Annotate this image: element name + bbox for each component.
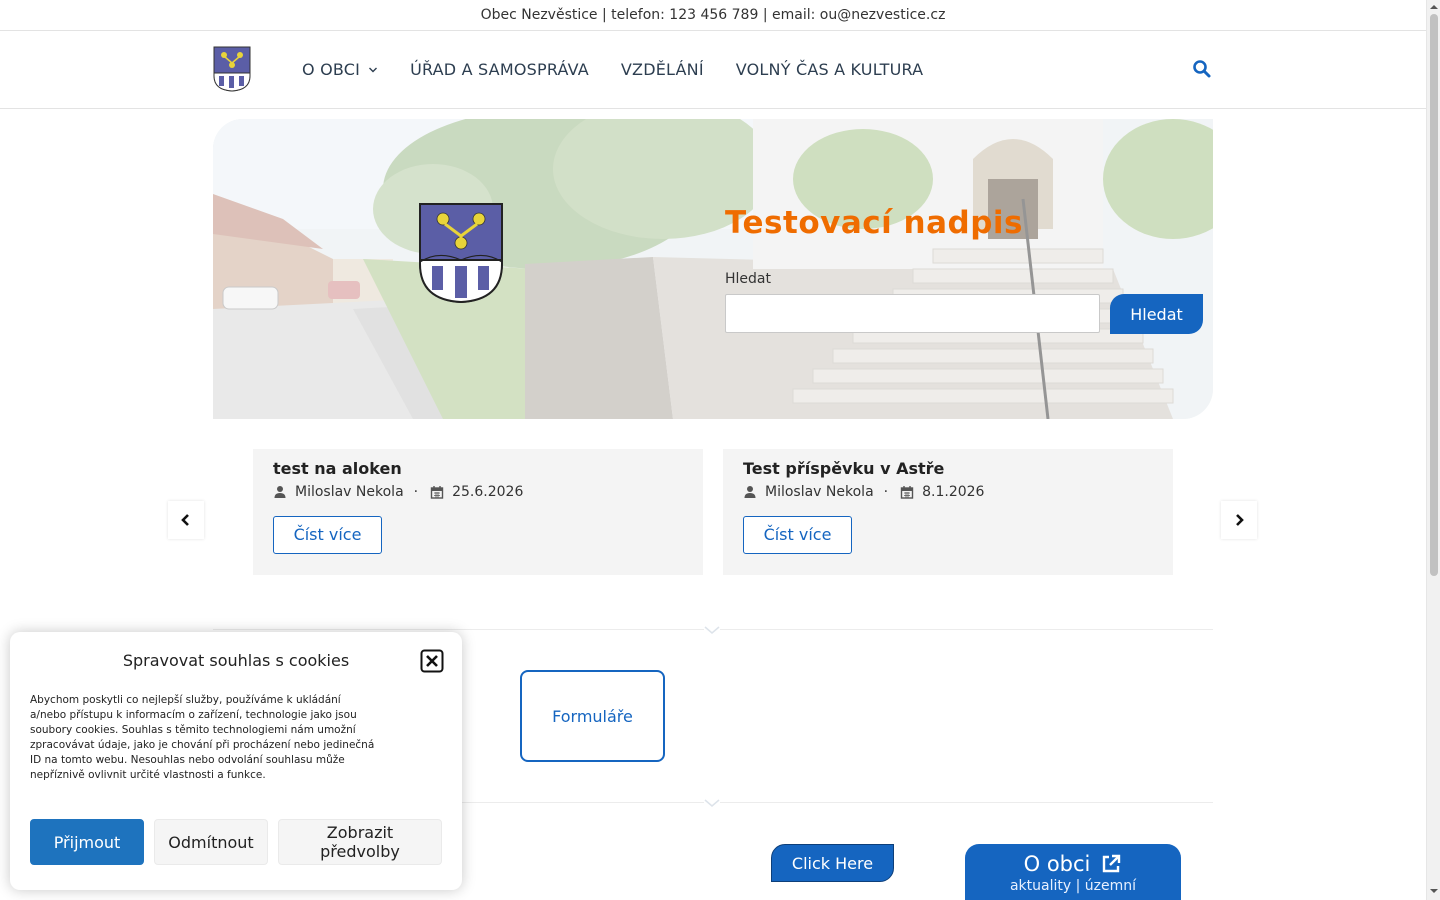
calendar-icon [430,486,444,499]
hero-background-image [213,119,1213,419]
chevron-down-icon [369,67,378,72]
page-scrollbar[interactable] [1426,0,1440,900]
hero-search-label: Hledat [725,271,771,287]
o-obci-title-text: O obci [1023,852,1091,876]
meta-separator: · [883,484,889,500]
post-meta: Miloslav Nekola · 25.6.2026 [273,484,683,500]
scrollbar-thumb[interactable] [1430,14,1438,576]
nav-item-vzdelani[interactable]: VZDĚLÁNÍ [621,60,704,79]
post-author[interactable]: Miloslav Nekola [765,484,874,500]
hero-search-input[interactable] [725,294,1100,333]
forms-tile[interactable]: Formuláře [520,670,665,762]
post-date: 8.1.2026 [922,484,985,500]
coat-of-arms-logo[interactable] [213,46,251,92]
click-here-label: Click Here [791,853,874,873]
post-card: Test příspěvku v Astře Miloslav Nekola ·… [723,449,1173,575]
o-obci-title: O obci [965,852,1181,876]
user-icon [274,486,286,498]
cookie-dialog-text: Abychom poskytli co nejlepší služby, pou… [30,694,375,781]
nav-item-urad[interactable]: ÚŘAD A SAMOSPRÁVA [410,60,589,79]
contact-info: Obec Nezvěstice | telefon: 123 456 789 |… [480,7,946,23]
post-meta: Miloslav Nekola · 8.1.2026 [743,484,1153,500]
cookie-deny-button[interactable]: Odmítnout [154,819,268,865]
nav-item-label: ÚŘAD A SAMOSPRÁVA [410,60,589,79]
cookie-dialog-title: Spravovat souhlas s cookies [122,651,350,670]
meta-separator: · [413,484,419,500]
nav-item-label: VOLNÝ ČAS A KULTURA [735,60,924,79]
external-link-icon [1103,854,1121,873]
click-here-button[interactable]: Click Here [771,844,894,882]
post-card: test na aloken Miloslav Nekola · 25.6.20… [253,449,703,575]
scroll-down-icon[interactable] [1430,887,1438,895]
o-obci-tile[interactable]: O obci aktuality | územní [965,844,1181,900]
cookie-preferences-button[interactable]: Zobrazit předvolby [278,819,442,865]
cookie-consent-dialog: Spravovat souhlas s cookies Abychom posk… [10,632,462,890]
site-header: O OBCI ÚŘAD A SAMOSPRÁVA VZDĚLÁNÍ VOLNÝ … [0,31,1426,109]
carousel-next-button[interactable] [1221,501,1257,539]
read-more-button[interactable]: Číst více [743,516,852,554]
nav-item-volny-cas[interactable]: VOLNÝ ČAS A KULTURA [736,60,924,79]
cookie-accept-button[interactable]: Přijmout [30,819,144,865]
search-icon[interactable] [1192,59,1212,79]
chevron-left-icon [181,514,189,526]
o-obci-subtitle: aktuality | územní [1009,878,1137,894]
post-date: 25.6.2026 [452,484,524,500]
hero-banner: Testovací nadpis Hledat Hledat [213,119,1213,419]
user-icon [744,486,756,498]
chevron-right-icon [1236,514,1244,526]
nav-item-o-obci[interactable]: O OBCI [302,60,378,79]
top-info-bar: Obec Nezvěstice | telefon: 123 456 789 |… [0,0,1426,31]
scroll-up-icon[interactable] [1430,3,1438,11]
hero-search-button[interactable]: Hledat [1110,294,1203,334]
close-icon[interactable] [420,649,444,673]
main-navigation: O OBCI ÚŘAD A SAMOSPRÁVA VZDĚLÁNÍ VOLNÝ … [302,31,955,108]
hero-title: Testovací nadpis [725,205,1023,241]
nav-item-label: O OBCI [302,60,361,79]
coat-of-arms-emblem [419,203,503,304]
divider-chevron-icon [704,798,720,808]
calendar-icon [900,486,914,499]
nav-item-label: VZDĚLÁNÍ [620,60,704,79]
post-title[interactable]: test na aloken [273,459,683,478]
post-title[interactable]: Test příspěvku v Astře [743,459,1153,478]
post-author[interactable]: Miloslav Nekola [295,484,404,500]
carousel-prev-button[interactable] [168,501,204,539]
read-more-button[interactable]: Číst více [273,516,382,554]
divider-chevron-icon [704,625,720,635]
forms-tile-label: Formuláře [552,706,633,726]
